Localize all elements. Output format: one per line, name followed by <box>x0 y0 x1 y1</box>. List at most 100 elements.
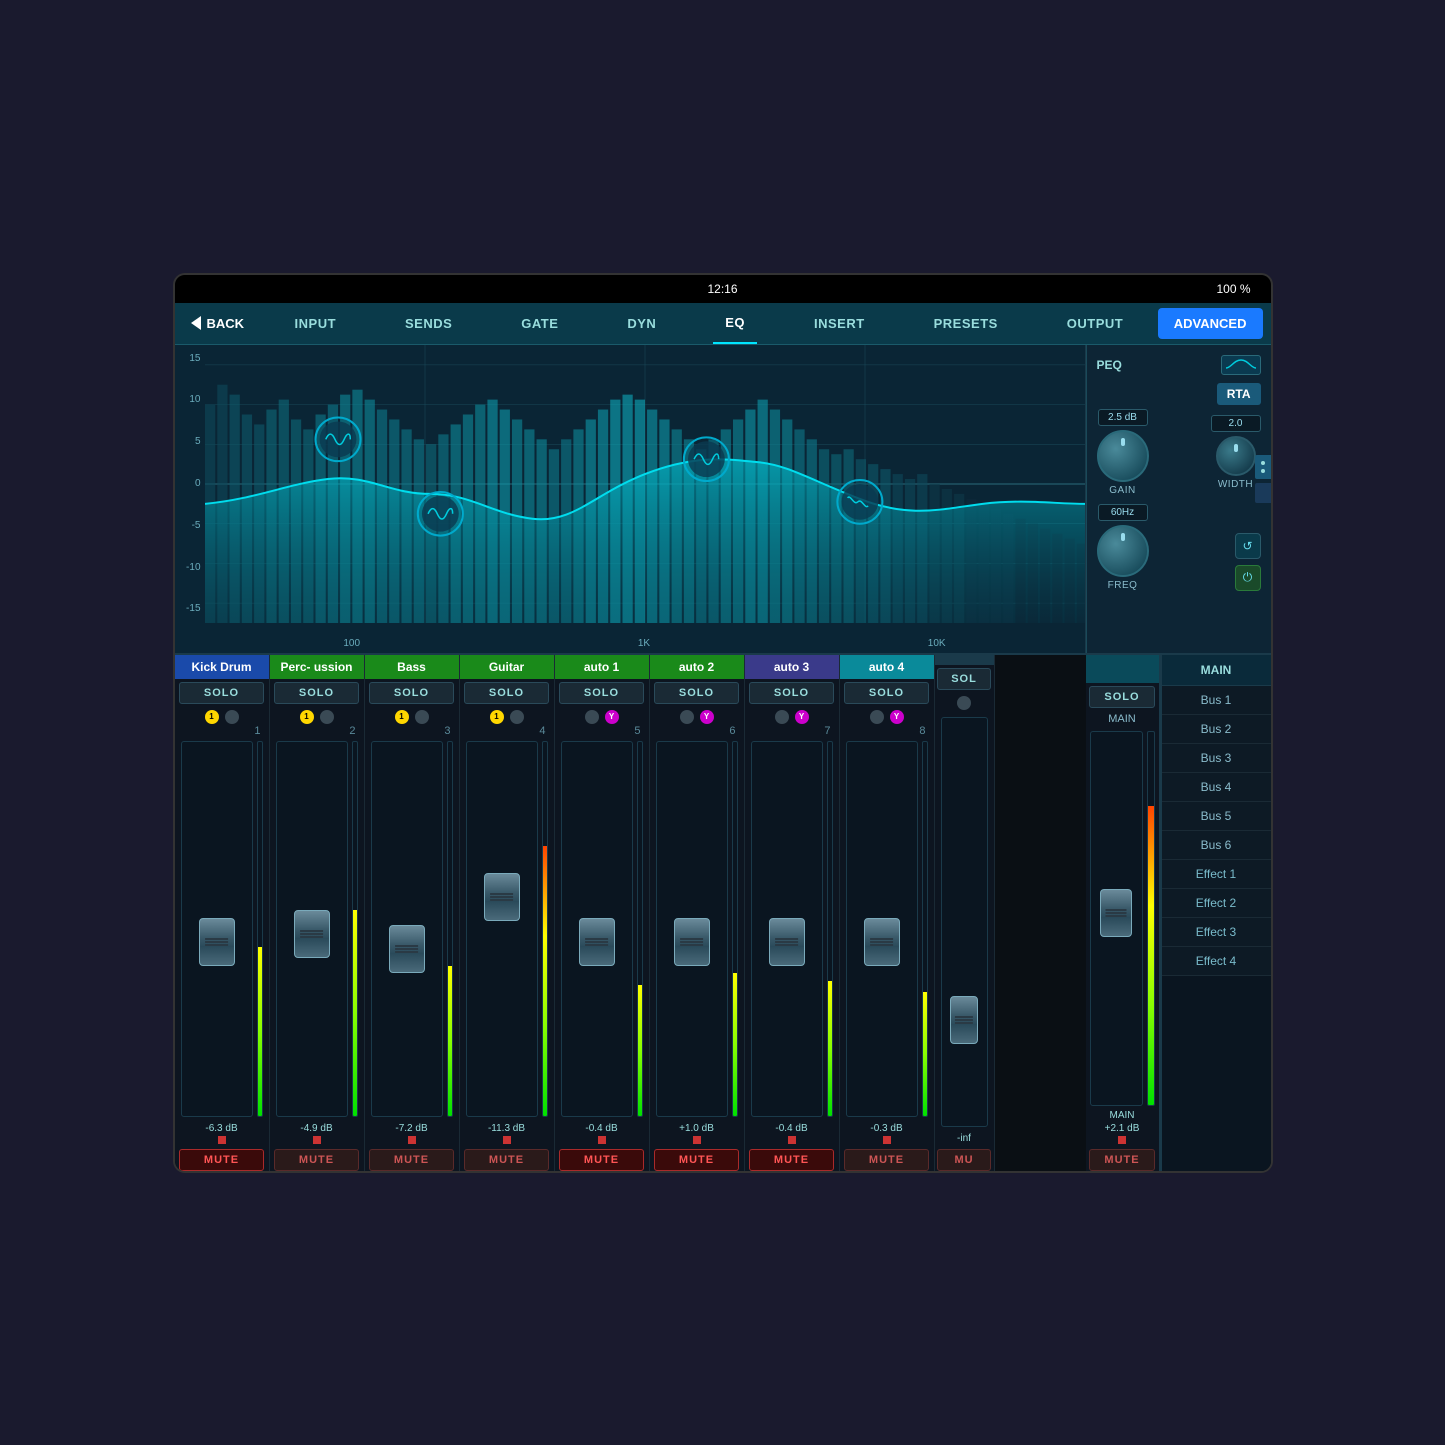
ch2-level-meter <box>352 741 358 1117</box>
ch2-solo-button[interactable]: SOLO <box>274 682 359 704</box>
sidebar-effect1-button[interactable]: Effect 1 <box>1162 860 1271 889</box>
eq-y-15: 15 <box>179 353 201 364</box>
ch3-mute-button[interactable]: MUTE <box>369 1149 454 1171</box>
ch7-send-indicator: Y <box>795 710 809 724</box>
ch6-fader-handle[interactable] <box>674 918 710 966</box>
ch3-level-meter <box>447 741 453 1117</box>
ch6-mute-button[interactable]: MUTE <box>654 1149 739 1171</box>
gain-knob-container: 2.5 dB GAIN <box>1097 409 1149 496</box>
sidebar-bus3-button[interactable]: Bus 3 <box>1162 744 1271 773</box>
ch8-mute-button[interactable]: MUTE <box>844 1149 929 1171</box>
ch3-mute-indicator <box>408 1136 416 1144</box>
ch5-mute-button[interactable]: MUTE <box>559 1149 644 1171</box>
sidebar-effect4-button[interactable]: Effect 4 <box>1162 947 1271 976</box>
ch5-db: -0.4 dB <box>585 1121 617 1136</box>
ch5-solo-button[interactable]: SOLO <box>559 682 644 704</box>
ch7-level-bar <box>828 981 832 1116</box>
ch1-fader-handle[interactable] <box>199 918 235 966</box>
ch-partial-handle[interactable] <box>950 996 978 1044</box>
eq-graph[interactable]: 15 10 5 0 -5 -10 -15 <box>175 345 1086 653</box>
advanced-button[interactable]: ADVANCED <box>1158 308 1263 339</box>
ch5-fader-handle[interactable] <box>579 918 615 966</box>
ch8-fader-handle[interactable] <box>864 918 900 966</box>
ch4-fader-handle[interactable] <box>484 873 520 921</box>
master-solo-button[interactable]: SOLO <box>1089 686 1155 708</box>
ch8-solo-button[interactable]: SOLO <box>844 682 929 704</box>
ch3-fader-handle[interactable] <box>389 925 425 973</box>
ch5-fader-track[interactable] <box>561 741 633 1117</box>
master-mute-button[interactable]: MUTE <box>1089 1149 1155 1171</box>
ch6-fader-section <box>650 737 744 1121</box>
eq-x-labels: 100 1K 10K <box>205 638 1085 649</box>
ch4-fader-track[interactable] <box>466 741 538 1117</box>
ch7-solo-button[interactable]: SOLO <box>749 682 834 704</box>
sidebar-bus5-button[interactable]: Bus 5 <box>1162 802 1271 831</box>
reset-icon[interactable]: ↺ <box>1235 533 1261 559</box>
master-fader-handle[interactable] <box>1100 889 1132 937</box>
ch7-fader-handle[interactable] <box>769 918 805 966</box>
ch2-mute-button[interactable]: MUTE <box>274 1149 359 1171</box>
eq-y-10: 10 <box>179 394 201 405</box>
power-icon[interactable]: ⏻ <box>1235 565 1261 591</box>
ch1-mute-button[interactable]: MUTE <box>179 1149 264 1171</box>
gain-knob[interactable] <box>1097 430 1149 482</box>
ch1-fader-track[interactable] <box>181 741 253 1117</box>
tab-output[interactable]: OUTPUT <box>1055 303 1135 344</box>
freq-knob[interactable] <box>1097 525 1149 577</box>
ch1-send-indicator: 1 <box>205 710 219 724</box>
ch-partial-fader <box>935 713 994 1131</box>
eq-x-10k: 10K <box>928 638 946 649</box>
tab-dyn[interactable]: DYN <box>615 303 668 344</box>
ch6-fader-track[interactable] <box>656 741 728 1117</box>
sidebar-effect3-button[interactable]: Effect 3 <box>1162 918 1271 947</box>
ch1-solo-button[interactable]: SOLO <box>179 682 264 704</box>
peq-curve-icon[interactable] <box>1221 355 1261 375</box>
side-dots-icon[interactable] <box>1255 455 1271 479</box>
ch3-fader-track[interactable] <box>371 741 443 1117</box>
ch5-send-indicator: Y <box>605 710 619 724</box>
ch8-fader-track[interactable] <box>846 741 918 1117</box>
tab-gate[interactable]: GATE <box>509 303 570 344</box>
sidebar-bus2-button[interactable]: Bus 2 <box>1162 715 1271 744</box>
ch6-solo-button[interactable]: SOLO <box>654 682 739 704</box>
eq-y-0: 0 <box>179 478 201 489</box>
tab-presets[interactable]: PRESETS <box>922 303 1010 344</box>
tab-insert[interactable]: INSERT <box>802 303 877 344</box>
ch-partial-mute[interactable]: MU <box>937 1149 990 1171</box>
ch7-fader-track[interactable] <box>751 741 823 1117</box>
tab-eq[interactable]: EQ <box>713 303 757 344</box>
width-knob[interactable] <box>1216 436 1256 476</box>
ch4-solo-button[interactable]: SOLO <box>464 682 549 704</box>
back-button[interactable]: BACK <box>175 303 261 344</box>
ch3-solo-button[interactable]: SOLO <box>369 682 454 704</box>
master-level-meter <box>1147 731 1155 1106</box>
ch2-mute-indicator <box>313 1136 321 1144</box>
ch-partial-track[interactable] <box>941 717 988 1127</box>
ch2-fader-handle[interactable] <box>294 910 330 958</box>
ch-partial-ind <box>957 696 971 710</box>
sidebar-bus1-button[interactable]: Bus 1 <box>1162 686 1271 715</box>
sidebar-main-button[interactable]: MAIN <box>1162 655 1271 686</box>
ch7-fader-section <box>745 737 839 1121</box>
ch7-mute-indicator <box>788 1136 796 1144</box>
channel-strip-2: Perc- ussion SOLO 1 2 -4.9 dB MU <box>270 655 365 1173</box>
ch4-mute-button[interactable]: MUTE <box>464 1149 549 1171</box>
master-fader-track[interactable] <box>1090 731 1143 1106</box>
ch4-fader-section <box>460 737 554 1121</box>
sidebar-bus4-button[interactable]: Bus 4 <box>1162 773 1271 802</box>
ch4-mute-indicator <box>503 1136 511 1144</box>
ch7-name: auto 3 <box>745 655 839 679</box>
ch-partial-solo[interactable]: SOL <box>937 668 990 690</box>
ch2-fader-track[interactable] <box>276 741 348 1117</box>
sidebar-effect2-button[interactable]: Effect 2 <box>1162 889 1271 918</box>
tab-input[interactable]: INPUT <box>283 303 349 344</box>
master-level-bar <box>1148 806 1154 1104</box>
eq-x-100: 100 <box>343 638 360 649</box>
ch2-number: 2 <box>349 725 363 737</box>
tab-sends[interactable]: SENDS <box>393 303 464 344</box>
rta-button[interactable]: RTA <box>1217 383 1261 405</box>
eq-area: 15 10 5 0 -5 -10 -15 <box>175 345 1271 655</box>
ch1-level-bar <box>258 947 262 1115</box>
sidebar-bus6-button[interactable]: Bus 6 <box>1162 831 1271 860</box>
ch7-mute-button[interactable]: MUTE <box>749 1149 834 1171</box>
